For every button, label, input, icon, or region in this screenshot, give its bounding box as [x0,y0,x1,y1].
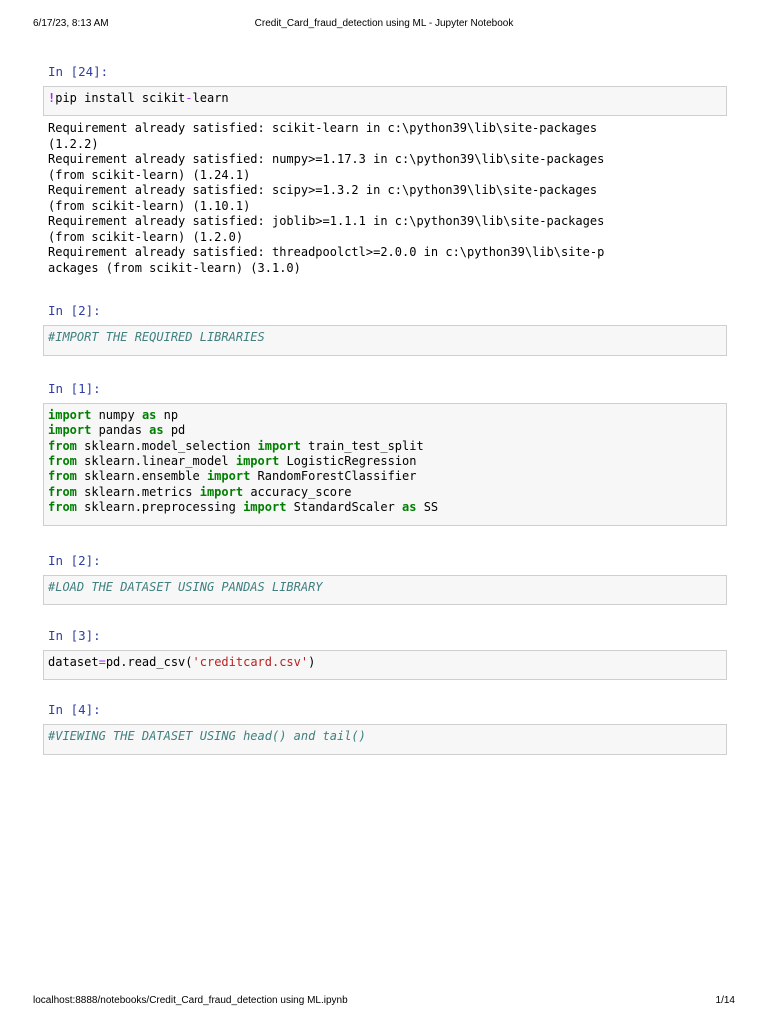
code-line: import numpy as np [48,408,722,423]
cell-input[interactable]: #IMPORT THE REQUIRED LIBRARIES [43,325,727,356]
output-line: Requirement already satisfied: joblib>=1… [48,214,605,229]
code-token: from [48,438,77,453]
code-token: sklearn.ensemble [76,469,207,484]
code-token: as [141,407,157,422]
notebook-url: localhost:8888/notebooks/Credit_Card_fra… [33,995,348,1006]
output-line: (1.2.2) [48,136,99,151]
code-cell: In [24]: !pip install scikit-learn Require… [43,64,727,276]
code-token: from [48,500,77,515]
code-token: sklearn.metrics [76,484,200,499]
code-token: StandardScaler [286,500,403,515]
code-token: import [48,407,92,422]
code-token: dataset [48,655,99,670]
code-cell: In [2]: #IMPORT THE REQUIRED LIBRARIES [43,303,727,356]
code-line: from sklearn.model_selection import trai… [48,439,722,454]
code-token: import [243,500,287,515]
cell-input[interactable]: import numpy as np import pandas as pd fro… [43,402,727,526]
code-token: accuracy_score [243,484,352,499]
output-line: (from scikit-learn) (1.10.1) [48,198,251,213]
code-line: #IMPORT THE REQUIRED LIBRARIES [48,330,722,345]
cell-output: Requirement already satisfied: scikit-le… [43,116,727,276]
code-token: learn [192,91,229,105]
output-line: Requirement already satisfied: numpy>=1.… [48,152,605,167]
cell-prompt: In [3]: [48,628,101,644]
page-title: Credit_Card_fraud_detection using ML - J… [254,18,514,29]
code-token: import [257,438,301,453]
code-cell: In [2]: #LOAD THE DATASET USING PANDAS LI… [43,552,727,606]
code-token: sklearn.model_selection [76,438,258,453]
cell-prompt: In [1]: [48,380,101,396]
output-line: Requirement already satisfied: scipy>=1.… [48,183,598,198]
code-token: import [206,469,251,484]
cell-prompt: In [4]: [48,702,101,718]
code-token: from [48,469,77,484]
output-line: (from scikit-learn) (1.24.1) [48,167,251,182]
cell-prompt: In [2]: [48,552,101,568]
code-cell: In [4]: #VIEWING THE DATASET USING head()… [43,702,727,755]
cell-input[interactable]: #LOAD THE DATASET USING PANDAS LIBRARY [43,574,727,606]
output-line: (from scikit-learn) (1.2.0) [48,229,244,244]
code-token: sklearn.linear_model [76,454,236,469]
code-cell: In [3]: dataset=pd.read_csv('creditcard.c… [43,628,727,681]
code-token: pd [163,423,186,438]
code-token: LogisticRegression [279,454,417,469]
code-token: sklearn.preprocessing [76,500,244,515]
code-token: as [402,500,417,515]
cell-prompt: In [2]: [48,303,101,319]
code-token: train_test_split [300,438,424,453]
code-token: 'creditcard.csv' [192,655,309,670]
code-line: from sklearn.metrics import accuracy_sco… [48,485,722,500]
print-datetime: 6/17/23, 8:13 AM [33,18,109,29]
code-token: pip install scikit [55,91,186,105]
code-line: !pip install scikit-learn [48,91,722,106]
code-token: - [185,91,193,105]
cell-input[interactable]: !pip install scikit-learn [43,86,727,117]
code-token: = [98,655,106,670]
code-token: RandomForestClassifier [250,469,417,484]
output-line: Requirement already satisfied: threadpoo… [48,245,605,260]
code-line: from sklearn.ensemble import RandomFores… [48,469,722,484]
code-token: SS [416,500,439,515]
code-token: pandas [91,423,150,438]
code-token: import [199,484,244,499]
notebook-page: 6/17/23, 8:13 AM Credit_Card_fraud_detec… [0,0,768,1024]
code-token: np [156,407,179,422]
output-line: ackages (from scikit-learn) (3.1.0) [48,260,301,275]
code-token: from [48,454,77,469]
code-token: pd.read_csv( [105,655,193,670]
cell-input[interactable]: dataset=pd.read_csv('creditcard.csv') [43,650,727,681]
code-token: #LOAD THE DATASET USING PANDAS LIBRARY [48,579,323,594]
code-line: #LOAD THE DATASET USING PANDAS LIBRARY [48,580,722,595]
code-token: import [48,423,92,438]
notebook-cells: In [24]: !pip install scikit-learn Require… [43,64,727,755]
code-line: dataset=pd.read_csv('creditcard.csv') [48,655,722,670]
code-token: ) [308,655,316,670]
page-number: 1/14 [715,995,735,1006]
code-line: #VIEWING THE DATASET USING head() and ta… [48,729,722,744]
code-line: from sklearn.preprocessing import Standa… [48,500,722,515]
cell-prompt: In [24]: [48,64,109,79]
code-token: #VIEWING THE DATASET USING head() and ta… [48,729,366,744]
code-cell: In [1]: import numpy as np import pandas a… [43,381,727,526]
code-token: numpy [91,407,142,422]
code-token: #IMPORT THE REQUIRED LIBRARIES [48,330,265,345]
code-line: from sklearn.linear_model import Logisti… [48,454,722,469]
output-line: Requirement already satisfied: scikit-le… [48,121,598,136]
code-token: from [48,484,77,499]
code-token: as [149,423,164,438]
code-token: import [235,454,280,469]
cell-input[interactable]: #VIEWING THE DATASET USING head() and ta… [43,724,727,755]
code-line: import pandas as pd [48,423,722,438]
